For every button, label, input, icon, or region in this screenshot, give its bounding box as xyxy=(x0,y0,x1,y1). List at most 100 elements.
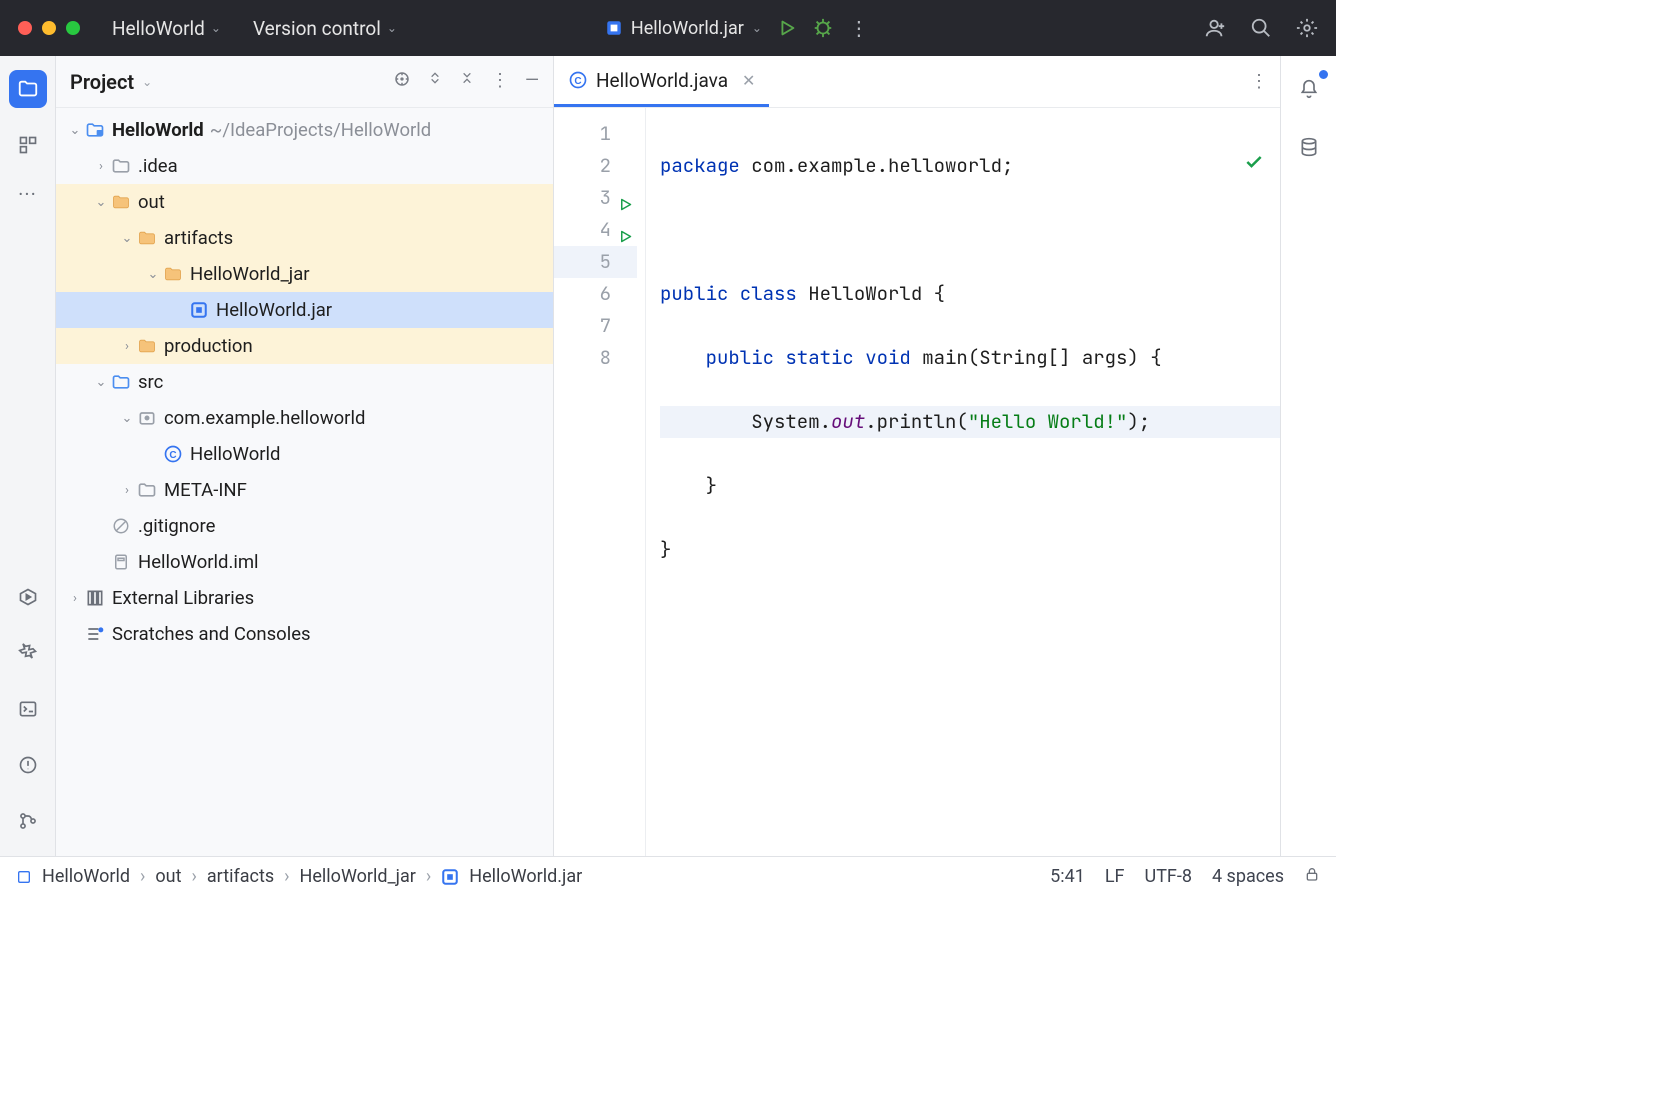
build-tool-button[interactable] xyxy=(9,634,47,672)
problems-tool-button[interactable] xyxy=(9,746,47,784)
tree-item-out[interactable]: ⌄ out xyxy=(56,184,553,220)
tree-item-gitignore[interactable]: .gitignore xyxy=(56,508,553,544)
editor-tab[interactable]: C HelloWorld.java ✕ xyxy=(554,56,769,107)
tree-item-iml[interactable]: HelloWorld.iml xyxy=(56,544,553,580)
structure-tool-button[interactable] xyxy=(9,126,47,164)
project-name: HelloWorld xyxy=(112,17,205,40)
chevron-down-icon[interactable]: ⌄ xyxy=(92,195,110,210)
tree-item-helloworld-jar-folder[interactable]: ⌄ HelloWorld_jar xyxy=(56,256,553,292)
tree-item-helloworld-jar[interactable]: HelloWorld.jar xyxy=(56,292,553,328)
chevron-down-icon[interactable]: ⌄ xyxy=(118,411,136,426)
line-separator[interactable]: LF xyxy=(1105,866,1125,887)
jar-icon xyxy=(605,19,623,37)
chevron-down-icon[interactable]: ⌄ xyxy=(142,75,152,89)
chevron-right-icon[interactable]: › xyxy=(118,339,136,354)
tree-item-idea[interactable]: › .idea xyxy=(56,148,553,184)
crumb-item[interactable]: HelloWorld_jar xyxy=(300,866,416,887)
project-panel-title: Project xyxy=(70,70,134,94)
tree-item-src[interactable]: ⌄ src xyxy=(56,364,553,400)
select-opened-file-icon[interactable] xyxy=(393,70,411,93)
database-tool-icon[interactable] xyxy=(1290,128,1328,166)
code-token: System. xyxy=(660,409,831,434)
line-number: 7 xyxy=(600,310,611,342)
tree-item-metainf[interactable]: › META-INF xyxy=(56,472,553,508)
collapse-all-icon[interactable] xyxy=(459,70,475,93)
title-bar: HelloWorld ⌄ Version control ⌄ HelloWorl… xyxy=(0,0,1336,56)
folder-icon xyxy=(136,479,158,501)
code-token: package xyxy=(660,153,740,178)
search-icon[interactable] xyxy=(1250,17,1272,39)
editor-tab-options-icon[interactable]: ⋮ xyxy=(1250,71,1268,92)
project-panel-header: Project ⌄ ⋮ — xyxy=(56,56,553,108)
crumb-item[interactable]: out xyxy=(155,866,181,887)
tree-item-label: HelloWorld xyxy=(190,443,280,465)
folder-icon xyxy=(162,263,184,285)
project-dropdown[interactable]: HelloWorld ⌄ xyxy=(112,17,221,40)
code-with-me-icon[interactable] xyxy=(1204,17,1226,39)
chevron-right-icon[interactable]: › xyxy=(92,159,110,174)
hide-panel-icon[interactable]: — xyxy=(525,70,539,93)
crumb-item[interactable]: HelloWorld xyxy=(42,866,130,887)
project-tool-button[interactable] xyxy=(9,70,47,108)
terminal-tool-button[interactable] xyxy=(9,690,47,728)
tree-item-label: com.example.helloworld xyxy=(164,407,365,429)
tree-item-package[interactable]: ⌄ com.example.helloworld xyxy=(56,400,553,436)
code-token: public static void xyxy=(660,345,911,370)
crumb-item[interactable]: artifacts xyxy=(207,866,274,887)
run-button[interactable] xyxy=(776,17,798,39)
chevron-down-icon: ⌄ xyxy=(752,21,762,35)
chevron-down-icon[interactable]: ⌄ xyxy=(92,375,110,390)
minimize-window-button[interactable] xyxy=(42,21,56,35)
svg-text:C: C xyxy=(169,450,176,461)
tree-item-production[interactable]: › production xyxy=(56,328,553,364)
panel-options-icon[interactable]: ⋮ xyxy=(491,70,509,93)
editor-tab-label: HelloWorld.java xyxy=(596,69,728,92)
module-icon xyxy=(16,869,32,885)
maximize-window-button[interactable] xyxy=(66,21,80,35)
notifications-icon[interactable] xyxy=(1290,70,1328,108)
tree-item-scratches[interactable]: Scratches and Consoles xyxy=(56,616,553,652)
close-tab-icon[interactable]: ✕ xyxy=(742,71,755,90)
tree-item-external-libs[interactable]: › External Libraries xyxy=(56,580,553,616)
cursor-position[interactable]: 5:41 xyxy=(1050,866,1085,887)
file-encoding[interactable]: UTF-8 xyxy=(1145,866,1192,887)
tree-item-label: .idea xyxy=(138,155,178,177)
debug-button[interactable] xyxy=(812,17,834,39)
tree-item-class[interactable]: C HelloWorld xyxy=(56,436,553,472)
code-token: main xyxy=(911,345,968,370)
chevron-down-icon[interactable]: ⌄ xyxy=(118,231,136,246)
code-editor[interactable]: 1 2 3 4 5 6 7 8 package com.example.hell… xyxy=(554,108,1280,856)
code-token: (String[] args) { xyxy=(968,345,1162,370)
chevron-down-icon[interactable]: ⌄ xyxy=(66,123,84,138)
expand-all-icon[interactable] xyxy=(427,70,443,93)
code-token: } xyxy=(660,537,671,562)
services-tool-button[interactable] xyxy=(9,578,47,616)
run-config-dropdown[interactable]: HelloWorld.jar ⌄ xyxy=(605,18,762,39)
readonly-lock-icon[interactable] xyxy=(1304,866,1320,887)
line-number: 8 xyxy=(600,342,611,374)
folder-icon xyxy=(136,227,158,249)
chevron-right-icon[interactable]: › xyxy=(66,591,84,606)
code-content[interactable]: package com.example.helloworld; public c… xyxy=(646,108,1280,856)
inspection-ok-icon[interactable] xyxy=(1130,118,1264,214)
more-actions-button[interactable]: ⋮ xyxy=(848,17,870,39)
tree-item-artifacts[interactable]: ⌄ artifacts xyxy=(56,220,553,256)
vcs-tool-button[interactable] xyxy=(9,802,47,840)
close-window-button[interactable] xyxy=(18,21,32,35)
chevron-right-icon[interactable]: › xyxy=(118,483,136,498)
run-config-label: HelloWorld.jar xyxy=(631,18,744,39)
version-control-dropdown[interactable]: Version control ⌄ xyxy=(253,17,397,40)
more-tools-button[interactable]: ··· xyxy=(18,182,37,206)
code-token: out xyxy=(831,409,865,434)
crumb-item[interactable]: HelloWorld.jar xyxy=(469,866,582,887)
tree-item-label: src xyxy=(138,371,163,393)
indent-setting[interactable]: 4 spaces xyxy=(1212,866,1284,887)
settings-icon[interactable] xyxy=(1296,17,1318,39)
breadcrumb[interactable]: HelloWorld› out› artifacts› HelloWorld_j… xyxy=(16,866,582,887)
code-token: HelloWorld { xyxy=(797,281,945,306)
tree-root[interactable]: ⌄ HelloWorld ~/IdeaProjects/HelloWorld xyxy=(56,112,553,148)
class-icon: C xyxy=(162,443,184,465)
chevron-down-icon[interactable]: ⌄ xyxy=(144,267,162,282)
tree-item-label: Scratches and Consoles xyxy=(112,623,311,645)
code-token: } xyxy=(660,473,717,498)
